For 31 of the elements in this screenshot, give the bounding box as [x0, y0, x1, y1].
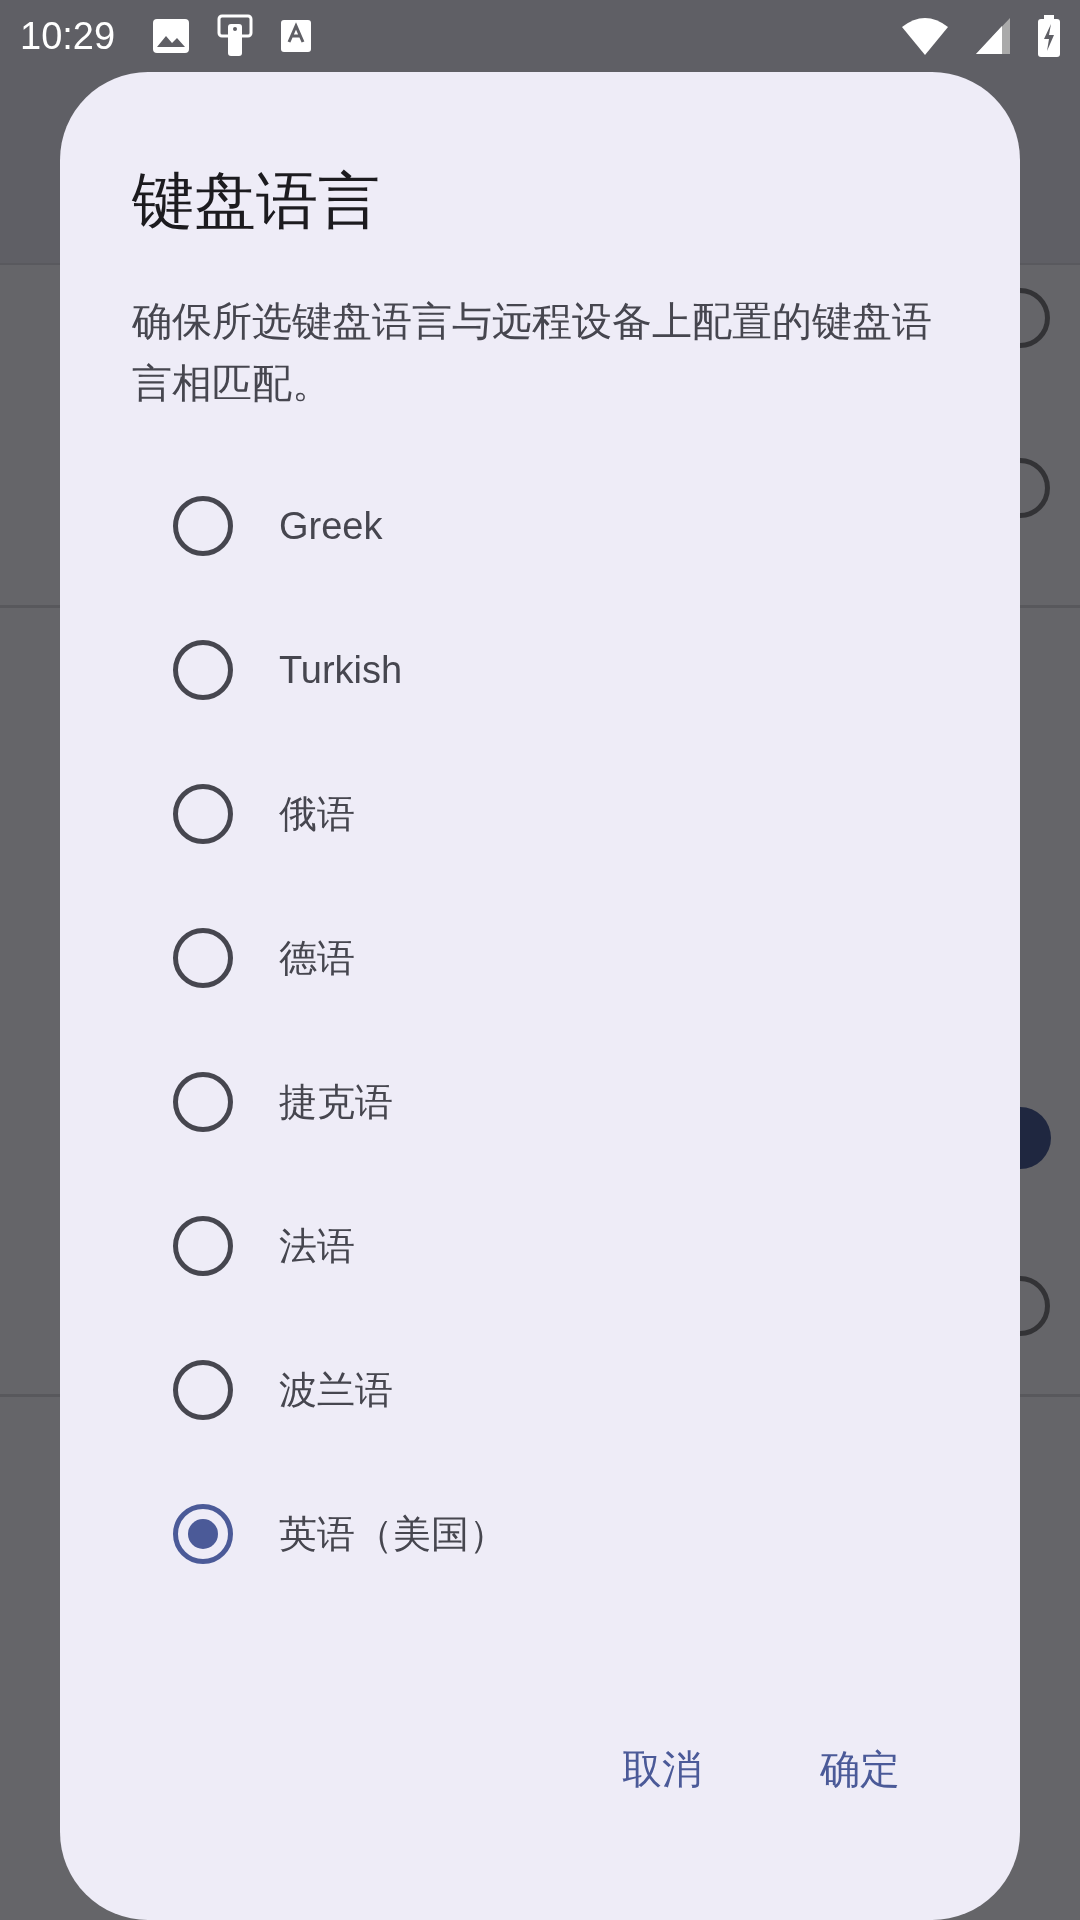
- confirm-button[interactable]: 确定: [796, 1726, 924, 1813]
- radio-button[interactable]: [1020, 1275, 1052, 1337]
- option-label[interactable]: 法语: [279, 1220, 355, 1272]
- dialog-title: 键盘语言: [132, 165, 381, 237]
- wifi-icon: [902, 17, 948, 55]
- radio-button[interactable]: [173, 640, 233, 700]
- radio-button[interactable]: [173, 496, 233, 556]
- radio-button[interactable]: [173, 784, 233, 844]
- radio-button[interactable]: [173, 928, 233, 988]
- image-icon: [153, 19, 190, 53]
- radio-button[interactable]: [1020, 457, 1052, 519]
- option-label[interactable]: 波兰语: [279, 1364, 393, 1416]
- radio-button[interactable]: [173, 1216, 233, 1276]
- option-label[interactable]: Turkish: [279, 648, 403, 692]
- battery-icon: [1038, 15, 1060, 57]
- option-label[interactable]: 俄语: [279, 788, 355, 840]
- radio-button[interactable]: [173, 1360, 233, 1420]
- signal-icon: [976, 18, 1010, 54]
- radio-button[interactable]: [1020, 287, 1052, 349]
- radio-button[interactable]: [1020, 1107, 1052, 1169]
- remote-icon: [217, 14, 254, 58]
- dialog-message: 确保所选键盘语言与远程设备上配置的键盘语言相匹配。: [132, 298, 932, 407]
- radio-button[interactable]: [173, 1504, 233, 1564]
- status-time: 10:29: [20, 14, 116, 58]
- cancel-button[interactable]: 取消: [598, 1726, 726, 1813]
- option-label[interactable]: 捷克语: [279, 1076, 393, 1128]
- option-label[interactable]: 德语: [279, 932, 355, 984]
- radio-button[interactable]: [173, 1072, 233, 1132]
- option-label[interactable]: 英语（美国）: [279, 1508, 507, 1560]
- option-label[interactable]: Greek: [279, 504, 383, 548]
- font-icon: [281, 20, 312, 52]
